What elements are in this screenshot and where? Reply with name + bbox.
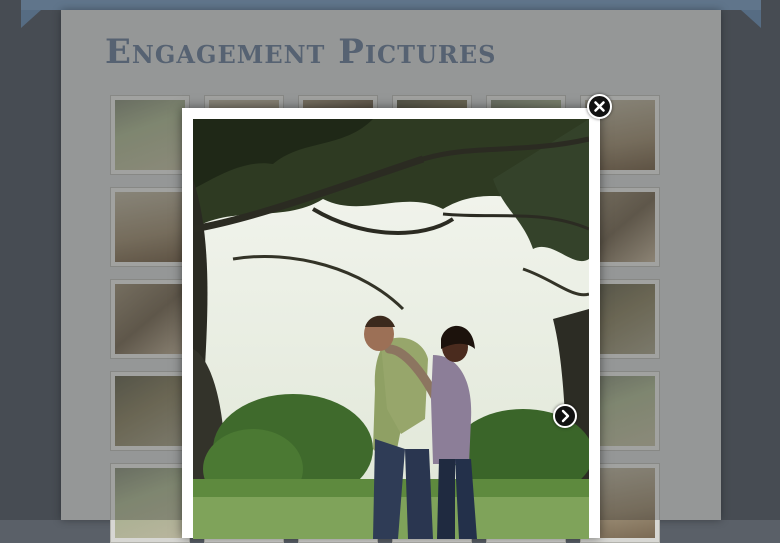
next-photo-button[interactable] <box>553 404 577 428</box>
lightbox-frame <box>182 108 600 539</box>
photo-engaged-couple-under-tree <box>193 119 589 539</box>
close-x-icon <box>594 101 605 112</box>
lightbox-photo <box>193 119 589 539</box>
chevron-right-icon <box>561 409 570 423</box>
close-button[interactable] <box>587 94 612 119</box>
